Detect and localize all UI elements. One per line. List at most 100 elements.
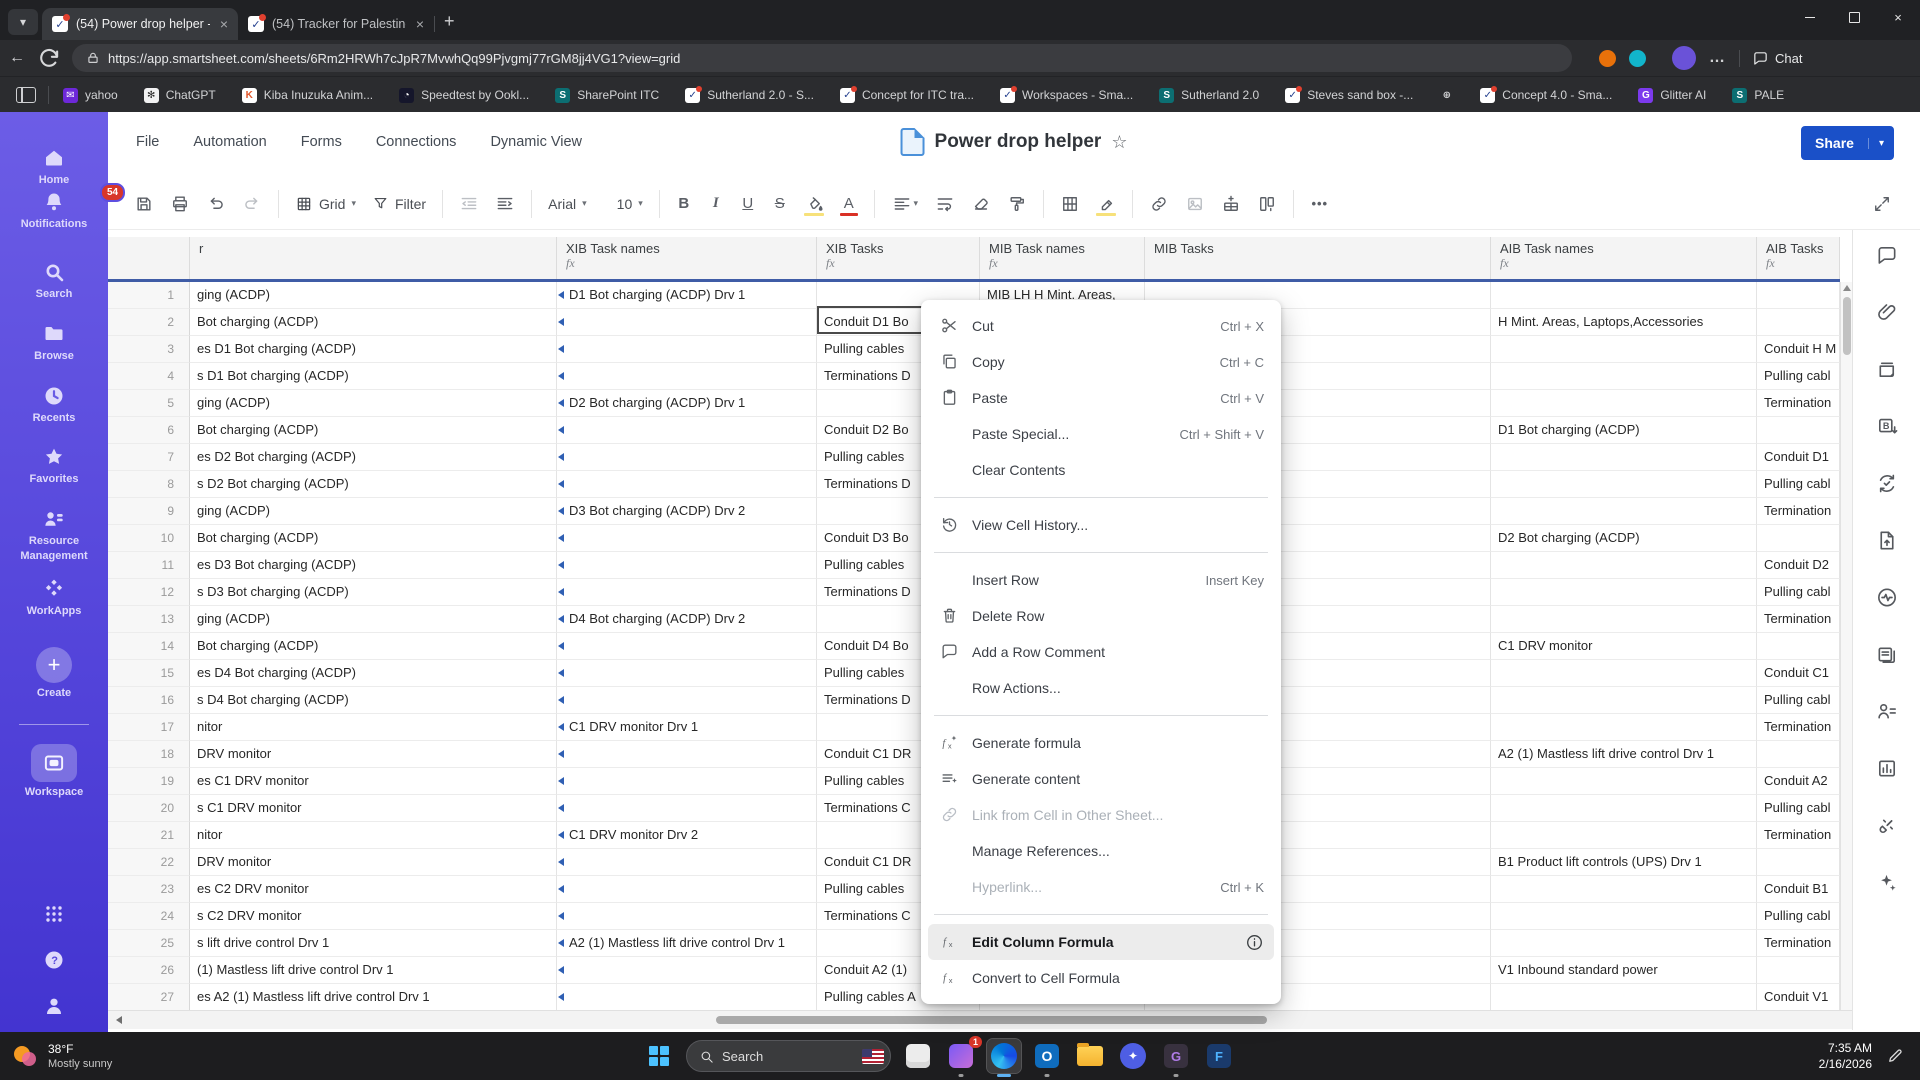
sidebar-toggle-icon[interactable] — [16, 87, 36, 103]
grid-cell[interactable]: Conduit B1 — [1757, 876, 1840, 903]
tab-close-icon[interactable]: × — [218, 16, 230, 32]
grid-cell[interactable]: s lift drive control Drv 1 — [190, 930, 557, 957]
insert-link-button[interactable] — [1141, 187, 1177, 221]
language-flag-icon[interactable] — [862, 1049, 884, 1064]
grid-cell[interactable] — [557, 741, 817, 768]
italic-button[interactable]: I — [700, 187, 732, 221]
row-number[interactable]: 20 — [108, 795, 190, 822]
pen-input-icon[interactable] — [1886, 1047, 1904, 1065]
undo-button[interactable] — [198, 187, 234, 221]
sidebar-item-workspace[interactable]: Workspace — [0, 744, 108, 800]
fill-color-button[interactable] — [796, 187, 832, 221]
browser-tab[interactable]: ✓(54) Power drop helper - Smartshe× — [42, 8, 238, 40]
app-menu-connections[interactable]: Connections — [376, 134, 457, 150]
more-tools-button[interactable]: ••• — [1302, 187, 1338, 221]
menu-item-edit-column-formula[interactable]: fxEdit Column Formula — [928, 924, 1274, 960]
row-number[interactable]: 18 — [108, 741, 190, 768]
save-button[interactable] — [126, 187, 162, 221]
column-header[interactable]: AIB Task namesfx — [1491, 237, 1757, 279]
grid-cell[interactable]: Pulling cabl — [1757, 363, 1840, 390]
bold-button[interactable]: B — [668, 187, 700, 221]
grid-cell[interactable] — [1491, 390, 1757, 417]
grid-cell[interactable]: ging (ACDP) — [190, 282, 557, 309]
share-caret-icon[interactable]: ▾ — [1868, 138, 1894, 149]
grid-cell[interactable]: Conduit H M — [1757, 336, 1840, 363]
grid-cell[interactable]: C1 DRV monitor — [1491, 633, 1757, 660]
grid-cell[interactable]: es D2 Bot charging (ACDP) — [190, 444, 557, 471]
grid-cell[interactable]: s D3 Bot charging (ACDP) — [190, 579, 557, 606]
print-button[interactable] — [162, 187, 198, 221]
grid-cell[interactable]: (1) Mastless lift drive control Drv 1 — [190, 957, 557, 984]
bookmark-item[interactable]: ✓Sutherland 2.0 - S... — [685, 88, 814, 103]
grid-cell[interactable]: nitor — [190, 822, 557, 849]
grid-cell[interactable]: A2 (1) Mastless lift drive control Drv 1 — [1491, 741, 1757, 768]
bookmark-item[interactable]: ✓Concept for ITC tra... — [840, 88, 974, 103]
bookmark-item[interactable]: ✓Steves sand box -... — [1285, 88, 1413, 103]
grid-cell[interactable] — [557, 552, 817, 579]
row-number[interactable]: 2 — [108, 309, 190, 336]
profile-avatar[interactable] — [1672, 46, 1696, 70]
grid-cell[interactable] — [1491, 660, 1757, 687]
comment-rail-icon[interactable] — [1876, 244, 1899, 267]
grid-cell[interactable] — [1491, 444, 1757, 471]
grid-cell[interactable]: s C1 DRV monitor — [190, 795, 557, 822]
grid-cell[interactable]: D3 Bot charging (ACDP) Drv 2 — [557, 498, 817, 525]
sidebar-item-create[interactable]: +Create — [0, 647, 108, 701]
grid-cell[interactable] — [1757, 417, 1840, 444]
menu-item-delete-row[interactable]: Delete Row — [928, 598, 1274, 634]
grid-cell[interactable] — [557, 849, 817, 876]
taskbar-app-phone-link[interactable]: 1 — [944, 1039, 978, 1073]
scroll-up-arrow[interactable] — [1843, 285, 1851, 291]
grid-cell[interactable] — [557, 417, 817, 444]
bookmark-item[interactable]: KKiba Inuzuka Anim... — [242, 88, 373, 103]
menu-item-copy[interactable]: CopyCtrl + C — [928, 344, 1274, 380]
column-header[interactable]: MIB Task namesfx — [980, 237, 1145, 279]
sidebar-item-search[interactable]: Search — [0, 260, 108, 302]
row-number[interactable]: 3 — [108, 336, 190, 363]
grid-cell[interactable]: Conduit D1 — [1757, 444, 1840, 471]
grid-cell[interactable]: es A2 (1) Mastless lift drive control Dr… — [190, 984, 557, 1011]
grid-cell[interactable] — [557, 579, 817, 606]
menu-item-link-from-cell-in-other-sheet[interactable]: Link from Cell in Other Sheet... — [928, 797, 1274, 833]
grid-cell[interactable]: Conduit C1 — [1757, 660, 1840, 687]
maximize-button[interactable] — [1832, 0, 1876, 34]
row-number[interactable]: 17 — [108, 714, 190, 741]
grid-cell[interactable]: DRV monitor — [190, 849, 557, 876]
pulse-rail-icon[interactable] — [1876, 586, 1899, 609]
grid-cell[interactable]: A2 (1) Mastless lift drive control Drv 1 — [557, 930, 817, 957]
bookmark-item[interactable]: ✉yahoo — [63, 88, 118, 103]
grid-cell[interactable] — [1491, 714, 1757, 741]
row-number[interactable]: 12 — [108, 579, 190, 606]
grid-cell[interactable]: ging (ACDP) — [190, 498, 557, 525]
grid-cell[interactable] — [557, 903, 817, 930]
grid-cell[interactable]: Pulling cabl — [1757, 903, 1840, 930]
vertical-scroll-thumb[interactable] — [1843, 297, 1851, 355]
sidebar-item-resource-management[interactable]: ResourceManagement — [0, 507, 108, 564]
grid-cell[interactable] — [1491, 282, 1757, 309]
grid-cell[interactable]: Conduit V1 — [1757, 984, 1840, 1011]
sidebar-item-browse[interactable]: Browse — [0, 322, 108, 364]
browser-menu-icon[interactable]: … — [1709, 49, 1727, 67]
insert-row-button[interactable] — [1213, 187, 1249, 221]
layers-rail-icon[interactable] — [1876, 358, 1899, 381]
grid-cell[interactable] — [1491, 579, 1757, 606]
clear-formatting-button[interactable] — [963, 187, 999, 221]
underline-button[interactable]: U — [732, 187, 764, 221]
bookmark-item[interactable]: ✻ChatGPT — [144, 88, 216, 103]
row-number[interactable]: 23 — [108, 876, 190, 903]
grid-cell[interactable] — [1491, 606, 1757, 633]
menu-item-row-actions[interactable]: Row Actions... — [928, 670, 1274, 706]
tab-close-icon[interactable]: × — [414, 16, 426, 32]
grid-cell[interactable] — [1491, 336, 1757, 363]
extension-icon-teal[interactable] — [1629, 50, 1646, 67]
redo-button[interactable] — [234, 187, 270, 221]
column-header[interactable]: MIB Tasks — [1145, 237, 1491, 279]
row-number[interactable]: 14 — [108, 633, 190, 660]
browser-tab[interactable]: ✓(54) Tracker for Palestine 3.0 - Sma× — [238, 8, 434, 40]
grid-cell[interactable]: s D1 Bot charging (ACDP) — [190, 363, 557, 390]
row-number[interactable]: 5 — [108, 390, 190, 417]
sidebar-item-home[interactable]: Home — [0, 146, 108, 188]
chart-rail-icon[interactable] — [1876, 757, 1899, 780]
grid-cell[interactable]: Pulling cabl — [1757, 471, 1840, 498]
grid-cell[interactable]: D2 Bot charging (ACDP) Drv 1 — [557, 390, 817, 417]
